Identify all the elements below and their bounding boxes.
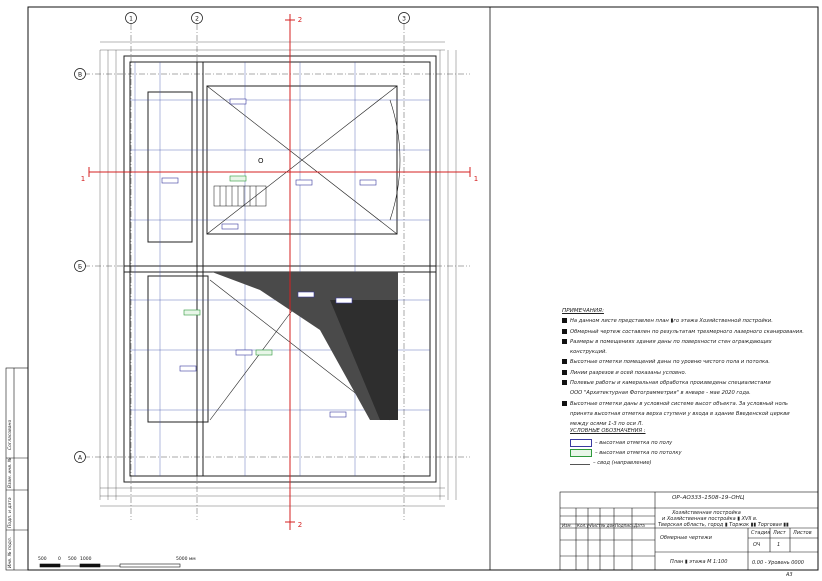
scale-label-5000: 5000 мм xyxy=(176,556,196,562)
note-item: Линии разрезов и осей показаны условно. xyxy=(562,368,818,378)
tb-stage: ОЧ xyxy=(753,542,761,548)
side-label-inv: Взам. инв. № xyxy=(7,457,13,488)
tb-format: А3 xyxy=(786,572,793,578)
note-item: Полевые работы и камеральная обработка п… xyxy=(562,378,818,388)
axis-row-v: В xyxy=(78,72,82,79)
col-izm: Изм. xyxy=(562,523,572,528)
scale-label-1000: 1000 xyxy=(80,556,92,562)
col-sign: Подпись xyxy=(615,523,634,528)
tb-plan-name: План ▮ этажа М 1:100 xyxy=(670,559,728,565)
col-doc: № док. xyxy=(600,523,616,528)
ceiling-mark-swatch xyxy=(570,449,592,457)
side-label-agreed: Согласовано xyxy=(7,420,13,450)
tb-sheet-hdr: Лист xyxy=(773,530,786,536)
floor-mark-swatch xyxy=(570,439,592,447)
tb-sheet-title: Обмерные чертежи xyxy=(660,535,712,541)
axis-col-2: 2 xyxy=(195,16,199,23)
axis-row-b: Б xyxy=(78,264,82,271)
section-mark-bottom: 2 xyxy=(298,521,302,529)
col-list: Лист xyxy=(589,523,601,528)
notes-title: ПРИМЕЧАНИЯ: xyxy=(562,308,604,314)
legend-item-vault: – свод (направление) xyxy=(570,458,810,468)
note-item: принята высотная отметка верха ступени у… xyxy=(570,410,790,417)
tb-stage-hdr: Стадия xyxy=(751,530,771,536)
legend-block: УСЛОВНЫЕ ОБОЗНАЧЕНИЯ : – высотная отметк… xyxy=(570,428,810,468)
scale-label-0: 0 xyxy=(58,556,61,562)
note-item: Размеры в помещениях здания даны по пове… xyxy=(562,337,818,347)
notes-block: ПРИМЕЧАНИЯ: На данном листе представлен … xyxy=(562,306,818,430)
note-item: Высотные отметки помещений даны по уровн… xyxy=(562,357,818,367)
scale-label-500b: 500 xyxy=(68,556,77,562)
note-item: Обмерный чертеж составлен по результатам… xyxy=(562,327,818,337)
axis-col-3: 3 xyxy=(402,16,406,23)
tb-code: ОР–АО333–1508–19–ОНЦ xyxy=(672,495,745,501)
scale-label-500a: 500 xyxy=(38,556,47,562)
note-item: Высотные отметки даны в условной системе… xyxy=(562,399,818,409)
legend-item-ceiling: – высотная отметка по потолку xyxy=(570,448,810,458)
legend-item-floor: – высотная отметка по полу xyxy=(570,438,810,448)
legend-title: УСЛОВНЫЕ ОБОЗНАЧЕНИЯ : xyxy=(570,428,646,434)
vault-arrow-swatch xyxy=(570,461,590,465)
drawing-sheet: Согласовано Взам. инв. № Подп. и дата Ин… xyxy=(0,0,822,581)
tb-sheets-hdr: Листов xyxy=(793,530,812,536)
tb-sheet-no: 1 xyxy=(777,542,781,548)
section-mark-right: 1 xyxy=(474,175,478,183)
section-mark-top: 2 xyxy=(298,16,302,24)
note-item: ООО "Архитектурная Фотограмметрия" в янв… xyxy=(570,390,751,397)
col-date: Дата xyxy=(633,523,645,528)
side-label-inv-orig: Инв. № подл. xyxy=(7,537,13,568)
axis-col-1: 1 xyxy=(129,16,133,23)
tb-address-3: Тверская область, город ▮ Торжок ▮▮ Торг… xyxy=(658,522,789,528)
note-item: конструкций. xyxy=(570,349,607,356)
room-label: О xyxy=(258,157,264,165)
side-label-sign: Подп. и дата xyxy=(7,497,13,528)
tb-level: 0.00 - Уровень 0000 xyxy=(752,560,804,566)
section-mark-left: 1 xyxy=(81,175,85,183)
note-item: На данном листе представлен план ▮го эта… xyxy=(562,316,818,326)
